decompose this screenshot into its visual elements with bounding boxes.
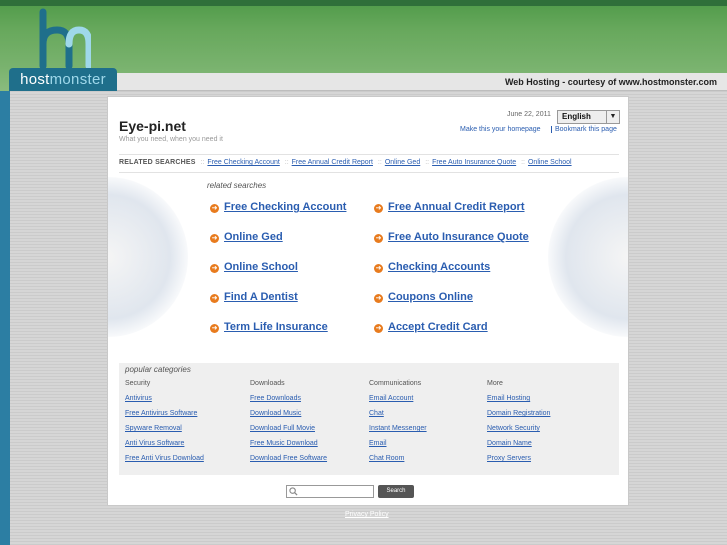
search-input[interactable] xyxy=(286,485,374,498)
divider xyxy=(119,172,619,173)
popular-categories-title: popular categories xyxy=(125,365,191,374)
popular-categories: popular categories Security Antivirus Fr… xyxy=(119,363,619,475)
search-icon xyxy=(289,487,298,496)
related-bar-link[interactable]: Online Ged xyxy=(385,159,420,166)
category-column-security: Security Antivirus Free Antivirus Softwa… xyxy=(125,379,243,469)
category-column-downloads: Downloads Free Downloads Download Music … xyxy=(250,379,368,469)
separator: :: xyxy=(425,159,430,166)
category-heading: Security xyxy=(125,380,151,387)
related-bar-link[interactable]: Free Checking Account xyxy=(207,159,279,166)
make-homepage-link[interactable]: Make this your homepage xyxy=(460,126,541,133)
category-link[interactable]: Domain Registration xyxy=(487,409,605,424)
category-link[interactable]: Download Free Software xyxy=(250,454,368,469)
related-search-link[interactable]: Coupons Online xyxy=(388,291,473,303)
separator: :: xyxy=(200,159,205,166)
category-column-more: More Email Hosting Domain Registration N… xyxy=(487,379,605,469)
courtesy-banner[interactable]: Web Hosting - courtesy of www.hostmonste… xyxy=(117,73,727,91)
separator: :: xyxy=(284,159,289,166)
logo-word-monster: monster xyxy=(49,71,106,88)
hostmonster-logo-icon[interactable] xyxy=(35,8,91,68)
arrow-right-icon: ➜ xyxy=(374,324,383,333)
arrow-right-icon: ➜ xyxy=(210,264,219,273)
date-text: June 22, 2011 xyxy=(507,111,551,118)
category-link[interactable]: Proxy Servers xyxy=(487,454,605,469)
related-search-link[interactable]: Online School xyxy=(224,261,298,273)
category-link[interactable]: Network Security xyxy=(487,424,605,439)
separator: :: xyxy=(377,159,382,166)
divider xyxy=(119,154,619,155)
category-link[interactable]: Email Account xyxy=(369,394,487,409)
category-link[interactable]: Chat Room xyxy=(369,454,487,469)
separator: :: xyxy=(521,159,525,166)
category-link[interactable]: Chat xyxy=(369,409,487,424)
category-heading: Downloads xyxy=(250,380,285,387)
category-link[interactable]: Anti Virus Software xyxy=(125,439,243,454)
category-link[interactable]: Free Downloads xyxy=(250,394,368,409)
related-search-link[interactable]: Free Auto Insurance Quote xyxy=(388,231,529,243)
left-edge-strip xyxy=(0,91,10,545)
related-search-link[interactable]: Online Ged xyxy=(224,231,283,243)
decorative-orb-right xyxy=(548,177,628,337)
category-link[interactable]: Free Anti Virus Download xyxy=(125,454,243,469)
hostmonster-logo-text[interactable]: hostmonster xyxy=(9,68,117,91)
category-link[interactable]: Email xyxy=(369,439,487,454)
search-button[interactable]: Search xyxy=(378,485,414,498)
related-search-link[interactable]: Find A Dentist xyxy=(224,291,298,303)
arrow-right-icon: ➜ xyxy=(210,294,219,303)
category-link[interactable]: Domain Name xyxy=(487,439,605,454)
related-bar-label: RELATED SEARCHES xyxy=(119,159,196,166)
category-link[interactable]: Download Music xyxy=(250,409,368,424)
category-link[interactable]: Email Hosting xyxy=(487,394,605,409)
language-select[interactable]: English ▼ xyxy=(557,110,620,124)
category-link[interactable]: Download Full Movie xyxy=(250,424,368,439)
arrow-right-icon: ➜ xyxy=(374,204,383,213)
arrow-right-icon: ➜ xyxy=(374,234,383,243)
category-link[interactable]: Antivirus xyxy=(125,394,243,409)
related-bar-link[interactable]: Online School xyxy=(528,159,572,166)
category-link[interactable]: Free Antivirus Software xyxy=(125,409,243,424)
related-search-link[interactable]: Checking Accounts xyxy=(388,261,490,273)
related-searches-bar: RELATED SEARCHES :: Free Checking Account… xyxy=(119,155,619,171)
privacy-policy-link[interactable]: Privacy Policy xyxy=(345,511,389,518)
related-search-link[interactable]: Free Annual Credit Report xyxy=(388,201,525,213)
category-heading: More xyxy=(487,380,503,387)
category-link[interactable]: Free Music Download xyxy=(250,439,368,454)
bookmark-link[interactable]: Bookmark this page xyxy=(551,126,617,133)
category-heading: Communications xyxy=(369,380,422,387)
decorative-orb-left xyxy=(108,177,188,337)
arrow-right-icon: ➜ xyxy=(374,264,383,273)
related-bar-link[interactable]: Free Annual Credit Report xyxy=(292,159,373,166)
related-searches-heading: related searches xyxy=(207,181,267,190)
related-search-link[interactable]: Accept Credit Card xyxy=(388,321,488,333)
category-column-communications: Communications Email Account Chat Instan… xyxy=(369,379,487,469)
related-search-link[interactable]: Free Checking Account xyxy=(224,201,346,213)
related-bar-link[interactable]: Free Auto Insurance Quote xyxy=(432,159,516,166)
chevron-down-icon: ▼ xyxy=(606,111,619,123)
arrow-right-icon: ➜ xyxy=(374,294,383,303)
language-value: English xyxy=(562,112,591,121)
site-title: Eye-pi.net xyxy=(119,118,186,134)
site-tagline: What you need, when you need it xyxy=(119,136,223,143)
related-search-link[interactable]: Term Life Insurance xyxy=(224,321,328,333)
logo-word-host: host xyxy=(20,71,50,88)
arrow-right-icon: ➜ xyxy=(210,204,219,213)
category-link[interactable]: Spyware Removal xyxy=(125,424,243,439)
category-link[interactable]: Instant Messenger xyxy=(369,424,487,439)
arrow-right-icon: ➜ xyxy=(210,234,219,243)
arrow-right-icon: ➜ xyxy=(210,324,219,333)
main-panel: Eye-pi.net What you need, when you need … xyxy=(107,96,629,506)
header-stripe xyxy=(0,0,727,6)
